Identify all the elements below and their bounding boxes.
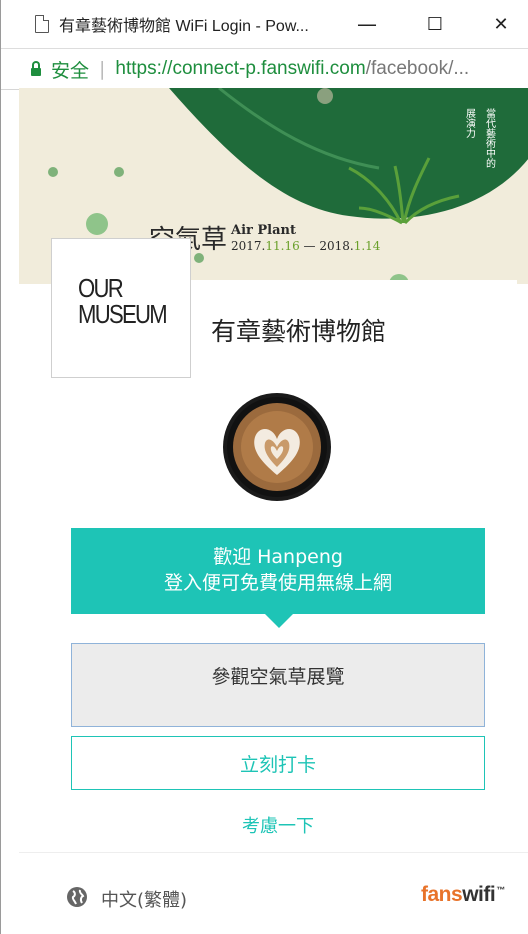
date-sep: — (300, 239, 320, 253)
user-avatar (223, 393, 331, 501)
logo-line-2: MUSEUM (78, 299, 168, 329)
page-icon (35, 15, 49, 33)
logo-text: OUR MUSEUM (78, 273, 168, 329)
welcome-line-1: 歡迎 Hanpeng (213, 546, 343, 568)
date-end-day: 1.14 (354, 239, 381, 253)
url-host: https://connect-p.fanswifi.com (115, 58, 366, 79)
browser-window: 有章藝術博物館 WiFi Login - Pow... — ☐ ✕ 安全 | h… (0, 0, 528, 934)
vertical-tagline-1: 當代藝術中的 (484, 107, 496, 169)
checkin-button[interactable]: 立刻打卡 (71, 736, 485, 790)
secure-label: 安全 (51, 59, 90, 82)
window-title: 有章藝術博物館 WiFi Login - Pow... (59, 18, 309, 35)
url-path: /facebook/... (365, 58, 470, 79)
language-selector[interactable]: 中文(繁體) (101, 886, 187, 912)
exhibit-dates: 2017.11.16 — 2018.1.14 (231, 239, 381, 253)
date-start-year: 2017. (231, 239, 265, 253)
banner-dot (317, 88, 333, 104)
vertical-tagline-2: 展演力 (464, 108, 476, 139)
close-button[interactable]: ✕ (485, 10, 517, 38)
brand-trademark: ™ (496, 885, 505, 895)
banner-dot (114, 167, 124, 177)
checkin-message-input[interactable]: 參觀空氣草展覽 (71, 643, 485, 727)
museum-logo: OUR MUSEUM (51, 238, 191, 378)
decline-link[interactable]: 考慮一下 (19, 812, 528, 838)
url-text[interactable]: https://connect-p.fanswifi.com/facebook/… (115, 58, 469, 80)
address-bar[interactable]: 安全 | https://connect-p.fanswifi.com/face… (1, 48, 528, 90)
brand-fans: fans (421, 883, 463, 906)
museum-name: 有章藝術博物館 (211, 317, 387, 346)
globe-icon[interactable] (67, 887, 87, 907)
latte-art-image (227, 397, 327, 497)
address-separator: | (99, 58, 106, 80)
title-bar: 有章藝術博物館 WiFi Login - Pow... — ☐ ✕ (1, 0, 528, 48)
brand-wifi: wifi (462, 883, 496, 906)
logo-line-1: OUR (78, 273, 124, 303)
lock-icon (31, 61, 41, 76)
fanswifi-logo: fanswifi™ (421, 883, 505, 907)
welcome-pointer (265, 614, 293, 628)
welcome-line-2: 登入便可免費使用無線上網 (163, 572, 392, 594)
footer: 中文(繁體) fanswifi™ (19, 852, 528, 934)
date-end-year: 2018. (319, 239, 353, 253)
welcome-banner: 歡迎 Hanpeng 登入便可免費使用無線上網 (71, 528, 485, 614)
date-start-day: 11.16 (265, 239, 299, 253)
page-content: 空氣草 Air Plant 2017.11.16 — 2018.1.14 當代藝… (19, 88, 528, 934)
maximize-button[interactable]: ☐ (419, 10, 451, 38)
banner-dot (86, 213, 108, 235)
minimize-button[interactable]: — (351, 10, 383, 38)
banner-dot (48, 167, 58, 177)
exhibit-english-title: Air Plant (230, 223, 296, 238)
